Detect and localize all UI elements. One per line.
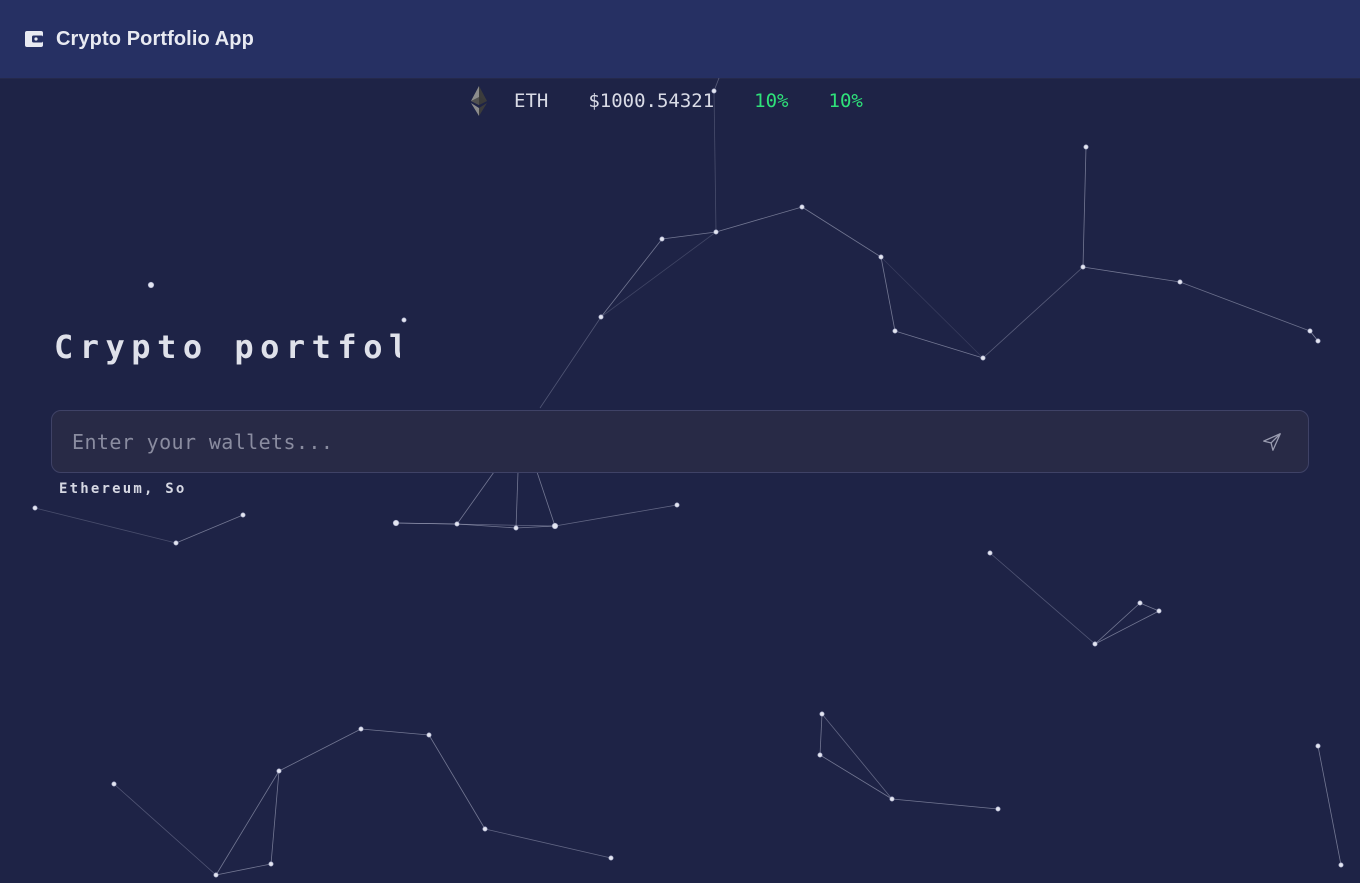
constellation-line <box>819 754 893 800</box>
star-dot <box>987 550 993 556</box>
app-header: Crypto Portfolio App <box>0 0 1360 78</box>
constellation-line <box>821 713 893 800</box>
constellation-line <box>801 206 882 258</box>
star-dot <box>1177 279 1183 285</box>
star-dot <box>268 861 274 867</box>
constellation-line <box>484 828 612 859</box>
star-dot <box>1338 862 1344 868</box>
coin-price: $1000.54321 <box>588 90 715 112</box>
price-ticker: ETH $1000.54321 10% 10% <box>468 84 863 118</box>
constellation-line <box>113 783 217 876</box>
star-dot <box>878 254 884 260</box>
page-heading: Crypto portfolio <box>54 328 400 366</box>
star-dot <box>598 314 604 320</box>
star-dot <box>892 328 898 334</box>
star-dot <box>608 855 614 861</box>
constellation-line <box>1094 610 1160 645</box>
constellation-line <box>715 206 803 233</box>
constellation-line <box>819 713 823 756</box>
constellation-line <box>456 471 495 525</box>
send-icon <box>1263 432 1281 451</box>
star-dot <box>1156 608 1162 614</box>
star-dot <box>1092 641 1098 647</box>
brand[interactable]: Crypto Portfolio App <box>24 28 254 51</box>
constellation-line <box>1317 745 1342 866</box>
star-dot <box>392 519 400 527</box>
constellation-line <box>989 552 1096 645</box>
constellation-line <box>515 525 556 529</box>
app-page: Crypto Portfolio App ETH $1000.54321 10%… <box>0 0 1360 883</box>
constellation-line <box>215 863 272 876</box>
star-dot <box>1080 264 1086 270</box>
star-dot <box>401 317 407 323</box>
submit-button[interactable] <box>1258 428 1286 456</box>
star-dot <box>995 806 1001 812</box>
constellation-line <box>600 231 717 318</box>
star-dot <box>713 229 719 235</box>
constellation-line <box>982 266 1084 359</box>
ethereum-icon <box>471 86 487 116</box>
star-dot <box>482 826 488 832</box>
star-dot <box>173 540 179 546</box>
constellation-line <box>175 514 244 544</box>
star-dot <box>276 768 282 774</box>
star-dot <box>674 502 680 508</box>
constellation-line <box>539 316 602 409</box>
constellation-line <box>215 770 280 876</box>
constellation-line <box>270 770 280 865</box>
constellation-line <box>1139 602 1160 612</box>
star-dot <box>213 872 219 878</box>
star-dot <box>817 752 823 758</box>
star-dot <box>799 204 805 210</box>
constellation-line <box>1082 266 1181 283</box>
constellation-line <box>360 728 430 736</box>
star-dot <box>1307 328 1313 334</box>
constellation-line <box>428 734 486 830</box>
star-dot <box>1083 144 1089 150</box>
star-dot <box>1137 600 1143 606</box>
star-dot <box>551 522 559 530</box>
star-dot <box>358 726 364 732</box>
star-dot <box>240 512 246 518</box>
price-change-2: 10% <box>828 90 863 112</box>
wallet-hint: Ethereum, So <box>59 481 187 497</box>
constellation-line <box>880 256 984 359</box>
star-dot <box>889 796 895 802</box>
constellation-line <box>891 798 999 810</box>
constellation-line <box>554 504 678 527</box>
constellation-line <box>1094 602 1141 645</box>
star-dot <box>819 711 825 717</box>
constellation-line <box>34 507 177 544</box>
constellation-line <box>536 471 556 527</box>
star-dot <box>1315 338 1321 344</box>
constellation-line <box>278 728 362 772</box>
app-title: Crypto Portfolio App <box>56 27 254 50</box>
star-dot <box>111 781 117 787</box>
star-dot <box>980 355 986 361</box>
star-dot <box>147 281 155 289</box>
star-dot <box>513 525 519 531</box>
constellation-line <box>880 256 896 332</box>
constellation-line <box>1179 281 1311 332</box>
constellation-line <box>600 238 663 318</box>
star-dot <box>454 521 460 527</box>
star-dot <box>32 505 38 511</box>
coin-symbol: ETH <box>514 90 549 112</box>
wallet-input[interactable] <box>70 428 1258 455</box>
wallet-search-box <box>51 410 1309 473</box>
constellation-line <box>515 471 519 529</box>
wallet-icon <box>25 31 43 47</box>
price-change-1: 10% <box>754 90 789 112</box>
star-dot <box>1315 743 1321 749</box>
star-dot <box>659 236 665 242</box>
constellation-line <box>1082 146 1087 268</box>
star-dot <box>426 732 432 738</box>
